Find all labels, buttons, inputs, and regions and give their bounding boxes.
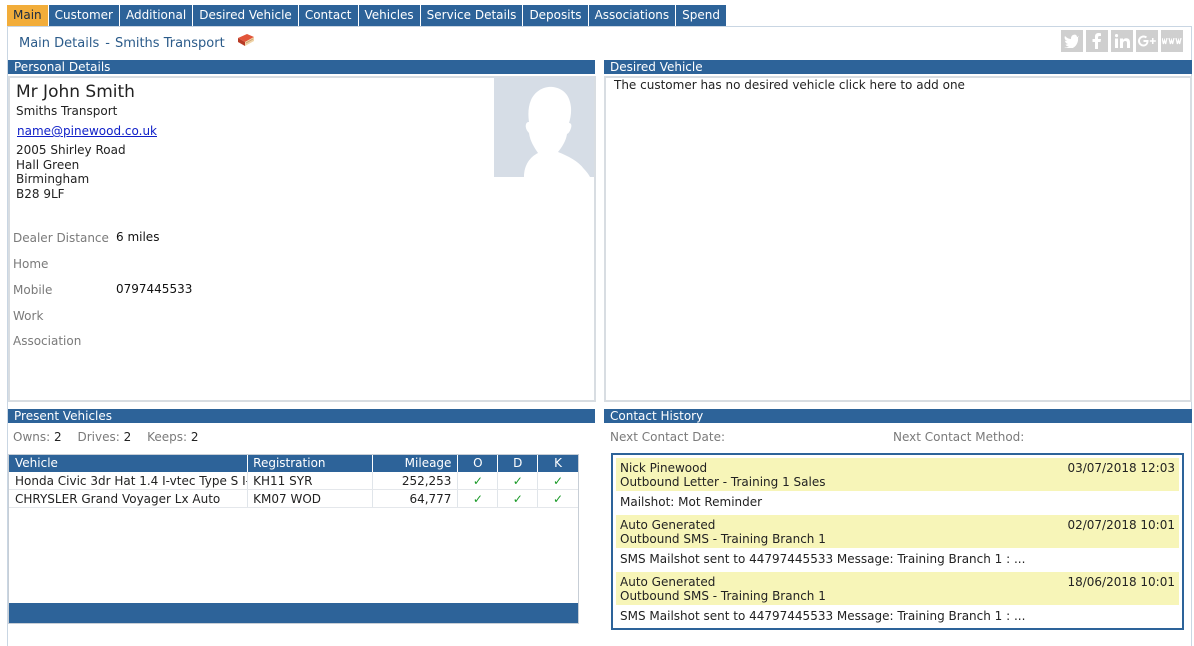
desired-vehicle-panel [604,76,1192,402]
breadcrumb-section: Main Details [19,35,100,51]
dealer-distance-value: 6 miles [116,230,160,244]
table-header: Vehicle Registration Mileage O D K [9,455,578,472]
contact-history-header: Contact History [604,409,1192,423]
contact-entry-header: Auto Generated Outbound SMS - Training B… [616,515,1179,548]
facebook-icon[interactable] [1086,30,1108,52]
tab-associations[interactable]: Associations [588,5,677,26]
present-vehicles-header: Present Vehicles [8,409,595,423]
table-row[interactable]: CHRYSLER Grand Voyager Lx Auto KM07 WOD … [9,490,578,508]
breadcrumb: Main Details - Smiths Transport [19,35,225,51]
contact-type: Outbound SMS - Training Branch 1 [620,589,826,603]
breadcrumb-company: Smiths Transport [114,35,225,51]
keeps-label: Keeps: [147,430,188,444]
table-footer-bar [9,603,578,623]
contact-message: SMS Mailshot sent to 44797445533 Message… [620,552,1026,566]
column-header-registration[interactable]: Registration [248,455,373,472]
customer-email-link[interactable]: name@pinewood.co.uk [17,124,157,138]
contact-history-list[interactable]: Nick Pinewood Outbound Letter - Training… [611,453,1184,630]
work-phone-label: Work [13,309,44,323]
contact-date: 02/07/2018 10:01 [1067,518,1175,532]
contact-entry[interactable]: Auto Generated Outbound SMS - Training B… [616,515,1179,572]
keeps-check-icon: ✓ [553,474,564,488]
personal-details-header: Personal Details [8,60,595,74]
present-vehicles-table: Vehicle Registration Mileage O D K Honda… [8,454,579,624]
contact-entry-header: Nick Pinewood Outbound Letter - Training… [616,458,1179,491]
column-header-mileage[interactable]: Mileage [373,455,459,472]
add-desired-vehicle-link[interactable]: The customer has no desired vehicle clic… [614,78,965,92]
contact-type: Outbound Letter - Training 1 Sales [620,475,826,489]
tab-divider [7,26,1192,27]
column-header-drives[interactable]: D [498,455,539,472]
home-phone-label: Home [13,257,49,271]
owns-check-icon: ✓ [458,490,499,507]
breadcrumb-separator: - [105,35,110,51]
tab-service-details[interactable]: Service Details [420,5,524,26]
column-header-keeps[interactable]: K [538,455,578,472]
mobile-phone-value[interactable]: 0797445533 [116,282,192,296]
website-icon[interactable] [1161,30,1183,52]
owns-count: 2 [54,430,62,444]
linkedin-icon[interactable] [1111,30,1133,52]
tab-vehicles[interactable]: Vehicles [358,5,421,26]
desired-vehicle-header: Desired Vehicle [604,60,1192,74]
table-row[interactable]: Honda Civic 3dr Hat 1.4 I-vtec Type S I-… [9,472,578,490]
tab-deposits[interactable]: Deposits [523,5,589,26]
address-postcode: B28 9LF [16,187,65,201]
contact-entry[interactable]: Auto Generated Outbound SMS - Training B… [616,572,1179,628]
tab-bar: Main Customer Additional Desired Vehicle… [7,5,727,26]
drives-label: Drives: [77,430,120,444]
tab-customer[interactable]: Customer [48,5,120,26]
contact-date: 18/06/2018 10:01 [1067,575,1175,589]
next-contact-method-label: Next Contact Method: [893,430,1025,444]
next-contact-date-label: Next Contact Date: [610,430,725,444]
vehicle-cell: CHRYSLER Grand Voyager Lx Auto [9,490,249,507]
drives-check-icon: ✓ [498,472,539,489]
owns-check-icon: ✓ [458,472,499,489]
contact-date: 03/07/2018 12:03 [1067,461,1175,475]
contact-type: Outbound SMS - Training Branch 1 [620,532,826,546]
keeps-count: 2 [190,430,199,444]
customer-company: Smiths Transport [16,104,118,118]
mobile-phone-label: Mobile [13,283,53,297]
address-line-2: Hall Green [16,158,80,172]
googleplus-icon[interactable] [1136,30,1158,52]
owns-label: Owns: [13,430,51,444]
contact-entry-header: Auto Generated Outbound SMS - Training B… [616,572,1179,605]
tab-main[interactable]: Main [7,5,49,26]
book-icon[interactable] [237,33,255,47]
customer-name: Mr John Smith [16,82,135,102]
social-links [1058,30,1183,52]
mileage-cell: 252,253 [373,472,459,489]
contact-message: Mailshot: Mot Reminder [620,495,763,509]
contact-entry[interactable]: Nick Pinewood Outbound Letter - Training… [616,458,1179,515]
vehicle-counts: Owns: 2 Drives: 2 Keeps: 2 [13,430,210,444]
address-line-1: 2005 Shirley Road [16,143,126,157]
address-line-3: Birmingham [16,172,90,186]
keeps-check-icon: ✓ [553,492,564,506]
tab-desired-vehicle[interactable]: Desired Vehicle [193,5,299,26]
column-header-owns[interactable]: O [458,455,499,472]
column-header-vehicle[interactable]: Vehicle [9,455,249,472]
person-silhouette-icon [524,86,590,177]
tab-contact[interactable]: Contact [298,5,359,26]
twitter-icon[interactable] [1061,30,1083,52]
tab-spend[interactable]: Spend [676,5,727,26]
registration-cell: KH11 SYR [248,472,373,489]
drives-count: 2 [123,430,132,444]
vehicle-cell: Honda Civic 3dr Hat 1.4 I-vtec Type S I-… [9,472,249,489]
mileage-cell: 64,777 [373,490,459,507]
contact-message: SMS Mailshot sent to 44797445533 Message… [620,609,1026,623]
avatar[interactable] [494,77,594,177]
dealer-distance-label: Dealer Distance [13,231,109,245]
registration-cell: KM07 WOD [248,490,373,507]
association-label: Association [13,334,82,348]
tab-additional[interactable]: Additional [119,5,194,26]
drives-check-icon: ✓ [498,490,539,507]
